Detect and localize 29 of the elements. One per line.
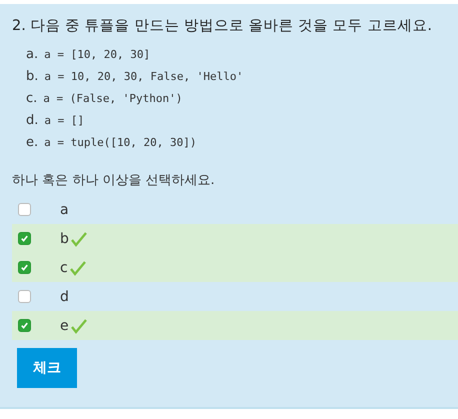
choice-code: a = (False, 'Python') [43, 92, 182, 104]
tick-icon [20, 263, 29, 272]
tick-icon [20, 234, 29, 243]
choice-code: a = 10, 20, 30, False, 'Hello' [44, 70, 244, 82]
checkmark-icon [70, 230, 87, 246]
instruction-text: 하나 혹은 하나 이상을 선택하세요. [12, 172, 216, 189]
checkmark-icon [70, 260, 86, 276]
choice-letter: e. [26, 134, 38, 150]
option-label: e [60, 318, 69, 334]
option-label: a [60, 202, 69, 218]
option-label: b [60, 230, 69, 246]
option-label: d [60, 288, 69, 304]
choice-letter: c. [26, 90, 38, 106]
checkbox[interactable] [18, 319, 31, 332]
choice-letter: d. [26, 112, 38, 128]
choice-letter: b. [26, 68, 38, 84]
question-title: 2. 다음 중 튜플을 만드는 방법으로 올바른 것을 모두 고르세요. [12, 17, 433, 35]
choice-code: a = [] [44, 114, 84, 126]
choice-code: a = tuple([10, 20, 30]) [44, 136, 196, 148]
choice-letter: a. [26, 46, 38, 62]
checkbox[interactable] [18, 203, 31, 216]
checkbox[interactable] [18, 290, 31, 303]
checkmark-icon [70, 318, 87, 334]
choice-code: a = [10, 20, 30] [44, 48, 150, 60]
checkbox[interactable] [18, 261, 31, 274]
tick-icon [20, 321, 29, 330]
checkbox[interactable] [18, 232, 31, 245]
option-label: c [60, 260, 68, 276]
check-button[interactable]: 체크 [17, 348, 77, 388]
